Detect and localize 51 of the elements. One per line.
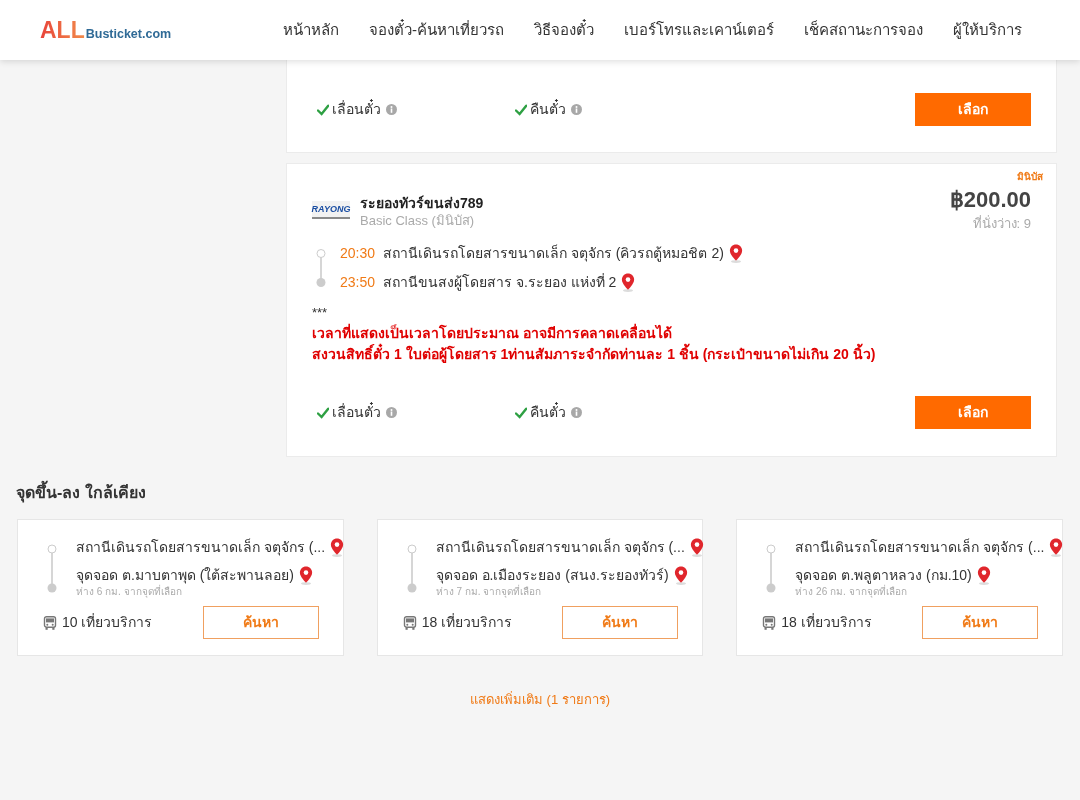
nav-link[interactable]: เบอร์โทรและเคาน์เตอร์ [624, 18, 774, 42]
distance-text: ห่าง 7 กม. จากจุดที่เลือก [435, 586, 543, 598]
nav-link[interactable]: ผู้ให้บริการ [953, 18, 1022, 42]
feature-label: เลื่อนตั๋ว [332, 99, 381, 119]
nav-link[interactable]: หน้าหลัก [283, 18, 339, 42]
notice-text: สงวนสิทธิ์ตั๋ว 1 ใบต่อผู้โดยสาร 1ท่านสัมภาระจำกัดท่านละ 1 ชิ้น (กระเป๋าขนาดไม่เกิน 20 นิ้ว) [312, 344, 1031, 365]
timeline-drawing [766, 544, 777, 593]
stop-name: สถานีเดินรถโดยสารขนาดเล็ก จตุจักร (... [795, 537, 1045, 558]
pin-icon [673, 565, 688, 585]
stop-name: สถานีเดินรถโดยสารขนาดเล็ก จตุจักร (... [435, 537, 685, 558]
stop-time: 23:50 [340, 273, 376, 292]
feature-label: เลื่อนตั๋ว [332, 402, 381, 422]
bus-icon [762, 615, 777, 630]
trip-count: 10 เที่ยวบริการ [62, 612, 153, 632]
operator-logo: RAYONG [312, 201, 350, 219]
seats-available: ที่นั่งว่าง: 9 [972, 215, 1031, 233]
vehicle-type-label: มินิบัส [1017, 170, 1043, 184]
bus-icon [43, 615, 57, 630]
note-marker: *** [312, 304, 329, 322]
feature-label: คืนตั๋ว [530, 402, 566, 422]
stop-time: 20:30 [340, 244, 376, 263]
stop-name: สถานีเดินรถโดยสารขนาดเล็ก จตุจักร (คิวรถตู้หมอชิต 2) [383, 243, 724, 264]
nav-link[interactable]: จองตั๋ว-ค้นหาเที่ยวรถ [369, 18, 504, 42]
site-logo[interactable]: ALLBusticket.com [40, 18, 172, 42]
price: ฿200.00 [949, 187, 1031, 213]
nav-link[interactable]: เช็คสถานะการจอง [804, 18, 923, 42]
section-title: จุดขึ้น-ลง ใกล้เคียง [16, 481, 1063, 505]
info-icon [386, 407, 397, 418]
nav-link[interactable]: วิธีจองตั๋ว [534, 18, 594, 42]
stop-name: สถานีขนสงผู้โดยสาร จ.ระยอง แห่งที่ 2 [383, 272, 617, 293]
trip-count: 18 เที่ยวบริการ [421, 612, 513, 632]
info-icon [386, 104, 397, 115]
notice-text: เวลาที่แสดงเป็นเวลาโดยประมาณ อาจมีการคลาดเคลื่อนได้ [312, 323, 673, 343]
feature-label: คืนตั๋ว [530, 99, 566, 119]
info-icon [571, 407, 582, 418]
stop-name: จุดจอด ต.พลูตาหลวง (กม.10) [795, 565, 972, 585]
class-label: Basic Class (มินิบัส) [360, 212, 476, 230]
pin-icon [299, 565, 313, 585]
distance-text: ห่าง 6 กม. จากจุดที่เลือก [76, 586, 182, 598]
timeline-drawing [406, 544, 417, 593]
info-icon [571, 104, 582, 115]
stop-name: จุดจอด อ.เมืองระยอง (สนง.ระยองทัวร์) [435, 565, 669, 584]
stop-name: สถานีเดินรถโดยสารขนาดเล็ก จตุจักร (... [76, 537, 326, 558]
bus-icon [402, 615, 417, 630]
timeline-drawing [47, 544, 57, 593]
stop-name: จุดจอด ต.มาบตาพุด (ใต้สะพานลอย) [76, 565, 294, 585]
operator-name: ระยองทัวร์ขนส่ง789 [360, 194, 484, 212]
pin-icon [621, 273, 636, 292]
pin-icon [728, 244, 743, 263]
pin-icon [976, 565, 991, 585]
trip-count: 18 เที่ยวบริการ [781, 612, 872, 632]
